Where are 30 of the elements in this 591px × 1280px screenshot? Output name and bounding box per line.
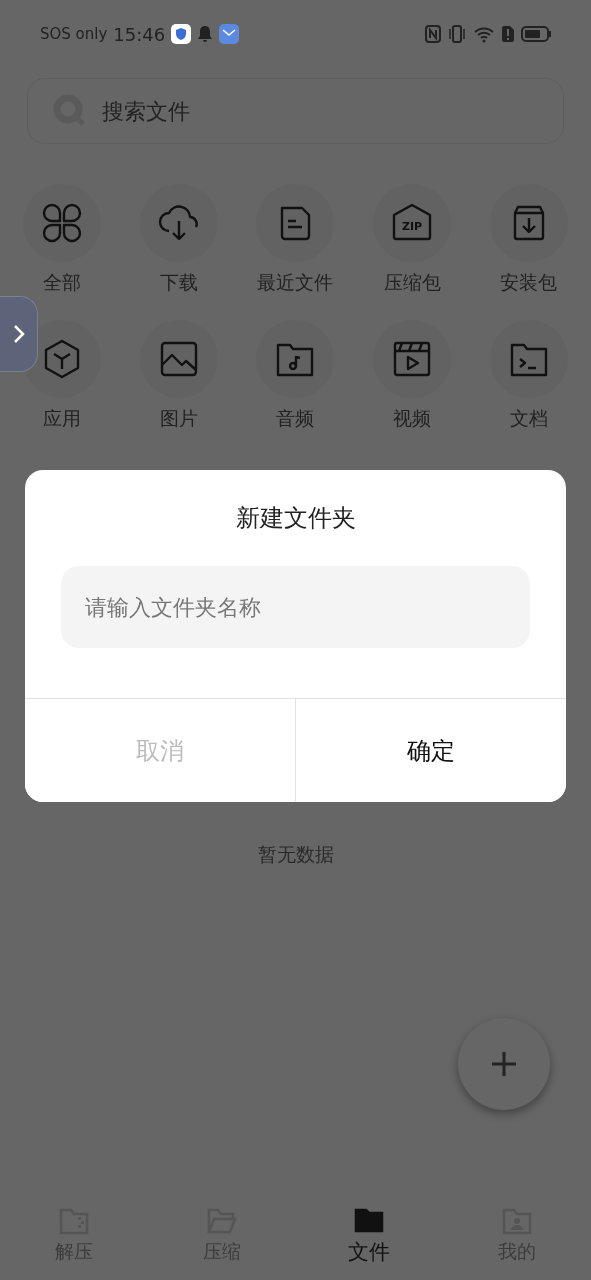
plus-icon	[491, 1051, 517, 1077]
add-button[interactable]	[458, 1018, 550, 1110]
side-menu[interactable]	[0, 296, 38, 372]
wifi-icon	[473, 25, 495, 43]
category-item[interactable]: 最近文件	[237, 184, 354, 296]
nav-tab[interactable]: 文件	[295, 1192, 444, 1280]
category-item[interactable]: 全部	[4, 184, 121, 296]
folder-name-field[interactable]: 请输入文件夹名称	[61, 566, 530, 648]
vibrate-icon	[447, 25, 467, 43]
battery-icon	[521, 25, 553, 43]
shield-icon	[171, 24, 192, 44]
sim-alert-icon	[501, 25, 515, 43]
nfc-icon	[425, 25, 441, 43]
category-item[interactable]: 安装包	[470, 184, 587, 296]
bell-icon	[197, 25, 214, 43]
category-item[interactable]: 下载	[120, 184, 238, 296]
category-item[interactable]: 视频	[353, 320, 471, 432]
clock-text: 15:46	[113, 23, 166, 45]
search-field[interactable]: 搜索文件	[27, 78, 564, 144]
category-item[interactable]: 图片	[120, 320, 238, 432]
category-item[interactable]: ZIP 压缩包	[353, 184, 471, 296]
category-item[interactable]: 文档	[470, 320, 587, 432]
empty-state-text: 暂无数据	[257, 842, 334, 867]
category-item[interactable]: 音频	[237, 320, 354, 432]
folder-icon	[354, 1206, 385, 1234]
dialog-title: 新建文件夹	[234, 503, 357, 534]
mail-icon	[219, 24, 240, 44]
cancel-button[interactable]: 取消	[25, 699, 296, 802]
chevron-right-icon	[12, 324, 25, 344]
carrier-text: SOS only	[40, 25, 108, 43]
